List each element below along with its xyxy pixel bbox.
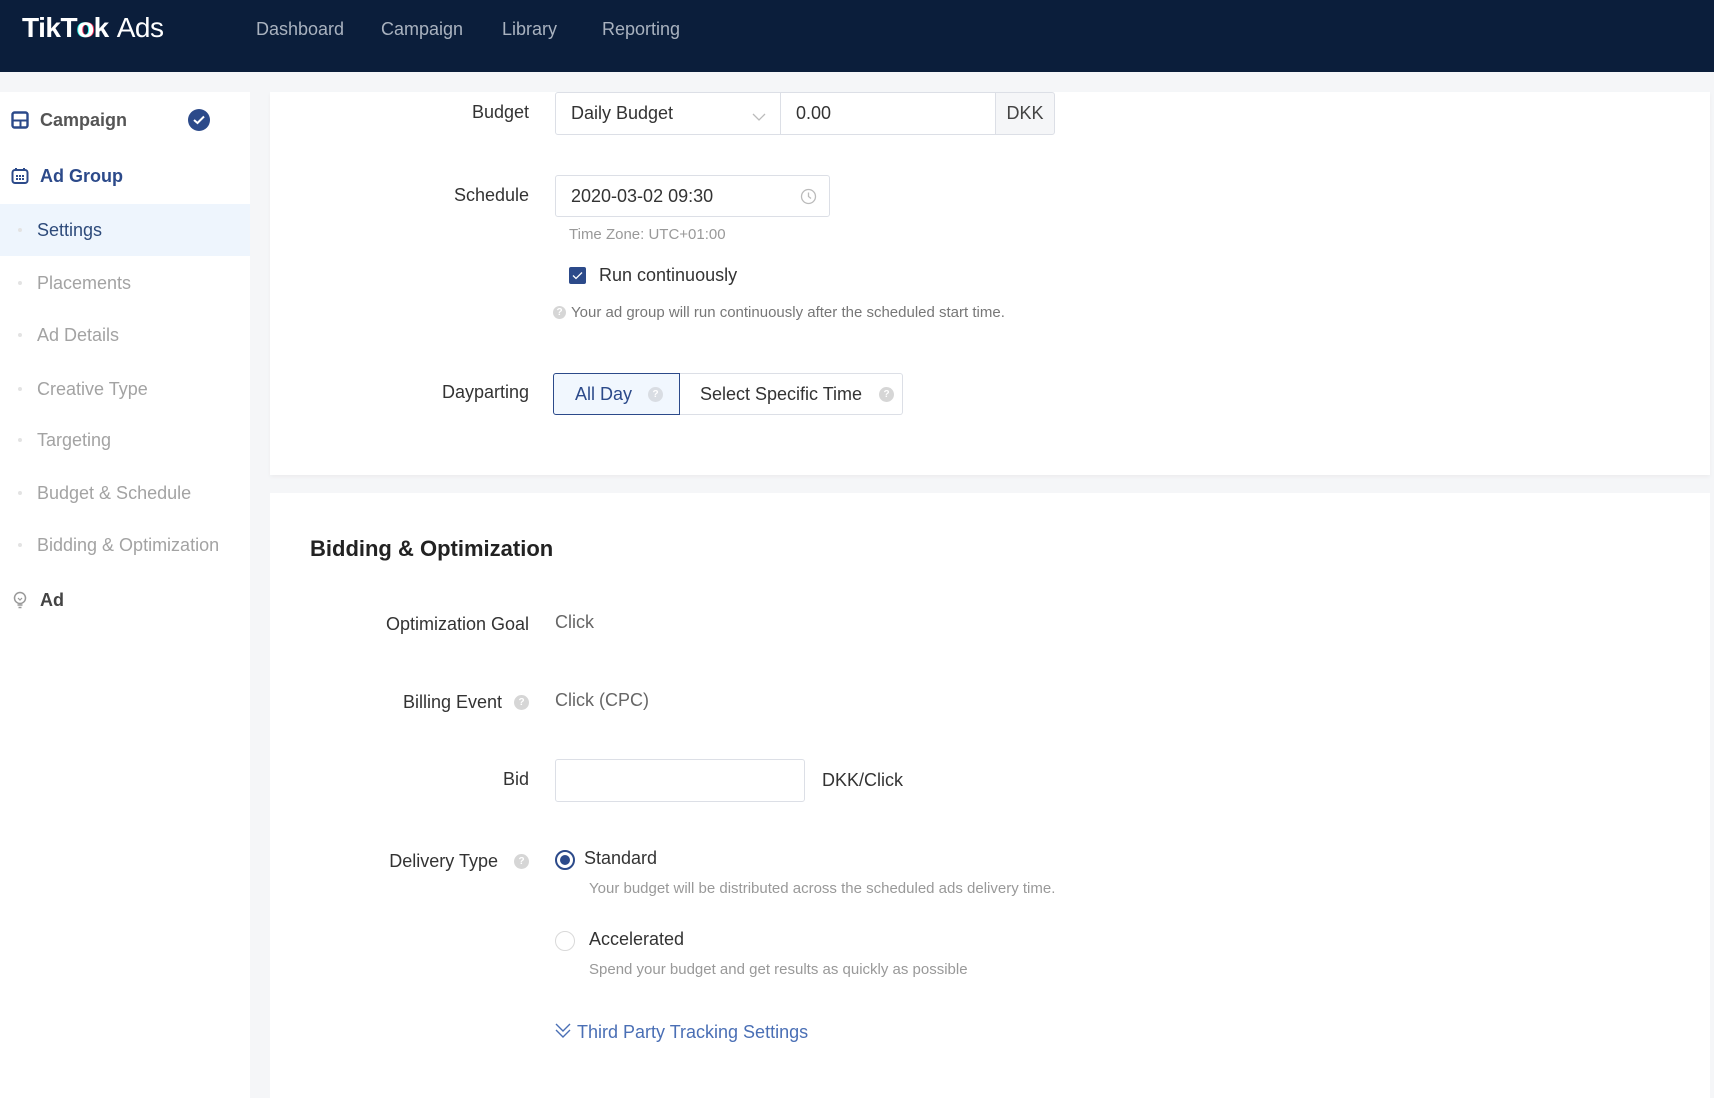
budget-amount-input[interactable]: 0.00 (780, 92, 996, 135)
sidebar-item-targeting[interactable]: Targeting (0, 414, 250, 466)
help-icon[interactable]: ? (514, 853, 529, 869)
schedule-start-input[interactable]: 2020-03-02 09:30 (555, 175, 830, 217)
sidebar-item-settings[interactable]: Settings (0, 204, 250, 256)
bullet-dot (18, 491, 22, 495)
optimization-goal-label: Optimization Goal (385, 613, 529, 634)
bullet-dot (18, 543, 22, 547)
sidebar-item-label: Targeting (37, 429, 112, 450)
calendar-icon (10, 166, 30, 186)
sidebar-item-creative-type[interactable]: Creative Type (0, 363, 250, 415)
sidebar-item-placements[interactable]: Placements (0, 257, 250, 309)
delivery-type-label: Delivery Type ? (389, 849, 529, 873)
sidebar-item-ad[interactable]: Ad (0, 580, 250, 620)
sidebar: Campaign Ad Group Settings Placements Ad… (0, 92, 250, 1098)
help-icon[interactable]: ? (648, 386, 664, 402)
checkbox-checked-icon (569, 267, 586, 284)
radio-label: Standard (584, 848, 658, 868)
sidebar-item-label: Placements (37, 272, 132, 293)
billing-event-value: Click (CPC) (555, 690, 649, 710)
run-continuously-checkbox[interactable]: Run continuously (569, 265, 737, 286)
accelerated-description: Spend your budget and get results as qui… (589, 961, 968, 978)
logo-suffix: Ads (116, 12, 164, 43)
bullet-dot (18, 438, 22, 442)
dayparting-specific-time-option[interactable]: Select Specific Time ? (680, 373, 903, 415)
logo-brand-part1: TikT (22, 12, 78, 43)
section-title: Bidding & Optimization (310, 536, 554, 561)
bid-unit: DKK/Click (822, 770, 904, 790)
radio-selected-icon (555, 850, 575, 870)
sidebar-item-label: Campaign (40, 109, 128, 130)
budget-label: Budget (471, 101, 529, 122)
delivery-type-label-text: Delivery Type (389, 850, 498, 871)
bullet-dot (18, 387, 22, 391)
delivery-accelerated-radio[interactable]: Accelerated (555, 929, 1055, 959)
third-party-tracking-label: Third Party Tracking Settings (577, 1022, 809, 1042)
budget-type-value: Daily Budget (571, 103, 674, 123)
bid-input[interactable] (555, 759, 805, 802)
radio-label: Accelerated (589, 929, 685, 949)
budget-amount-value: 0.00 (796, 103, 832, 123)
sidebar-item-bidding-optimization[interactable]: Bidding & Optimization (0, 519, 250, 571)
completed-check-icon (188, 109, 210, 131)
sidebar-item-label: Ad Details (37, 324, 120, 345)
billing-event-label: Billing Event ? (403, 690, 529, 714)
sidebar-item-ad-group[interactable]: Ad Group (0, 156, 250, 196)
bullet-dot (18, 228, 22, 232)
top-navigation-bar: TikT o k Ads Dashboard Campaign Library Rep… (0, 0, 1714, 72)
nav-dashboard[interactable]: Dashboard (256, 14, 344, 44)
currency-addon: DKK (995, 92, 1055, 135)
help-icon[interactable]: ? (514, 694, 529, 710)
sidebar-item-label: Creative Type (37, 378, 148, 399)
sidebar-item-ad-details[interactable]: Ad Details (0, 309, 250, 361)
sidebar-item-label: Budget & Schedule (37, 482, 192, 503)
help-icon[interactable]: ? (879, 386, 895, 402)
option-label: Select Specific Time (700, 383, 863, 404)
budget-schedule-section (270, 92, 1710, 475)
dayparting-label: Dayparting (441, 381, 529, 402)
bid-label: Bid (502, 768, 529, 789)
schedule-label: Schedule (453, 184, 529, 205)
optimization-goal-value: Click (555, 612, 594, 632)
sidebar-item-label: Ad Group (40, 165, 123, 186)
run-continuously-help: ? Your ad group will run continuously af… (553, 304, 1005, 321)
bidding-optimization-section (270, 493, 1710, 1098)
standard-description: Your budget will be distributed across t… (589, 880, 1056, 897)
run-continuously-label: Run continuously (599, 265, 738, 285)
bullet-dot (18, 333, 22, 337)
budget-type-select[interactable]: Daily Budget (555, 92, 781, 135)
third-party-tracking-toggle[interactable]: Third Party Tracking Settings (555, 1021, 808, 1044)
sidebar-item-budget-schedule[interactable]: Budget & Schedule (0, 467, 250, 519)
sidebar-item-label: Settings (37, 219, 103, 240)
logo-brand-o: o (77, 12, 94, 43)
schedule-start-value: 2020-03-02 09:30 (571, 185, 714, 206)
lightbulb-icon (10, 590, 30, 610)
sidebar-item-label: Ad (40, 589, 64, 610)
nav-campaign[interactable]: Campaign (381, 14, 463, 44)
clock-icon (800, 188, 817, 210)
sidebar-item-campaign[interactable]: Campaign (0, 100, 250, 140)
logo-brand-part2: k (93, 12, 110, 43)
sidebar-item-label: Bidding & Optimization (37, 534, 220, 555)
bullet-dot (18, 281, 22, 285)
chevron-down-icon (752, 106, 766, 127)
billing-event-label-text: Billing Event (402, 691, 502, 712)
tiktok-ads-logo[interactable]: TikT o k Ads (22, 10, 164, 46)
dayparting-all-day-option[interactable]: All Day ? (553, 373, 680, 415)
option-label: All Day (575, 383, 633, 404)
time-zone-text: Time Zone: UTC+01:00 (569, 226, 726, 243)
nav-reporting[interactable]: Reporting (602, 14, 680, 44)
help-icon: ? (553, 306, 566, 319)
delivery-standard-radio[interactable]: Standard (555, 848, 1055, 878)
nav-library[interactable]: Library (502, 14, 557, 44)
layout-icon (10, 110, 30, 130)
run-continuously-help-text: Your ad group will run continuously afte… (571, 304, 1005, 321)
double-chevron-down-icon (555, 1021, 571, 1044)
radio-unselected-icon (555, 931, 575, 951)
